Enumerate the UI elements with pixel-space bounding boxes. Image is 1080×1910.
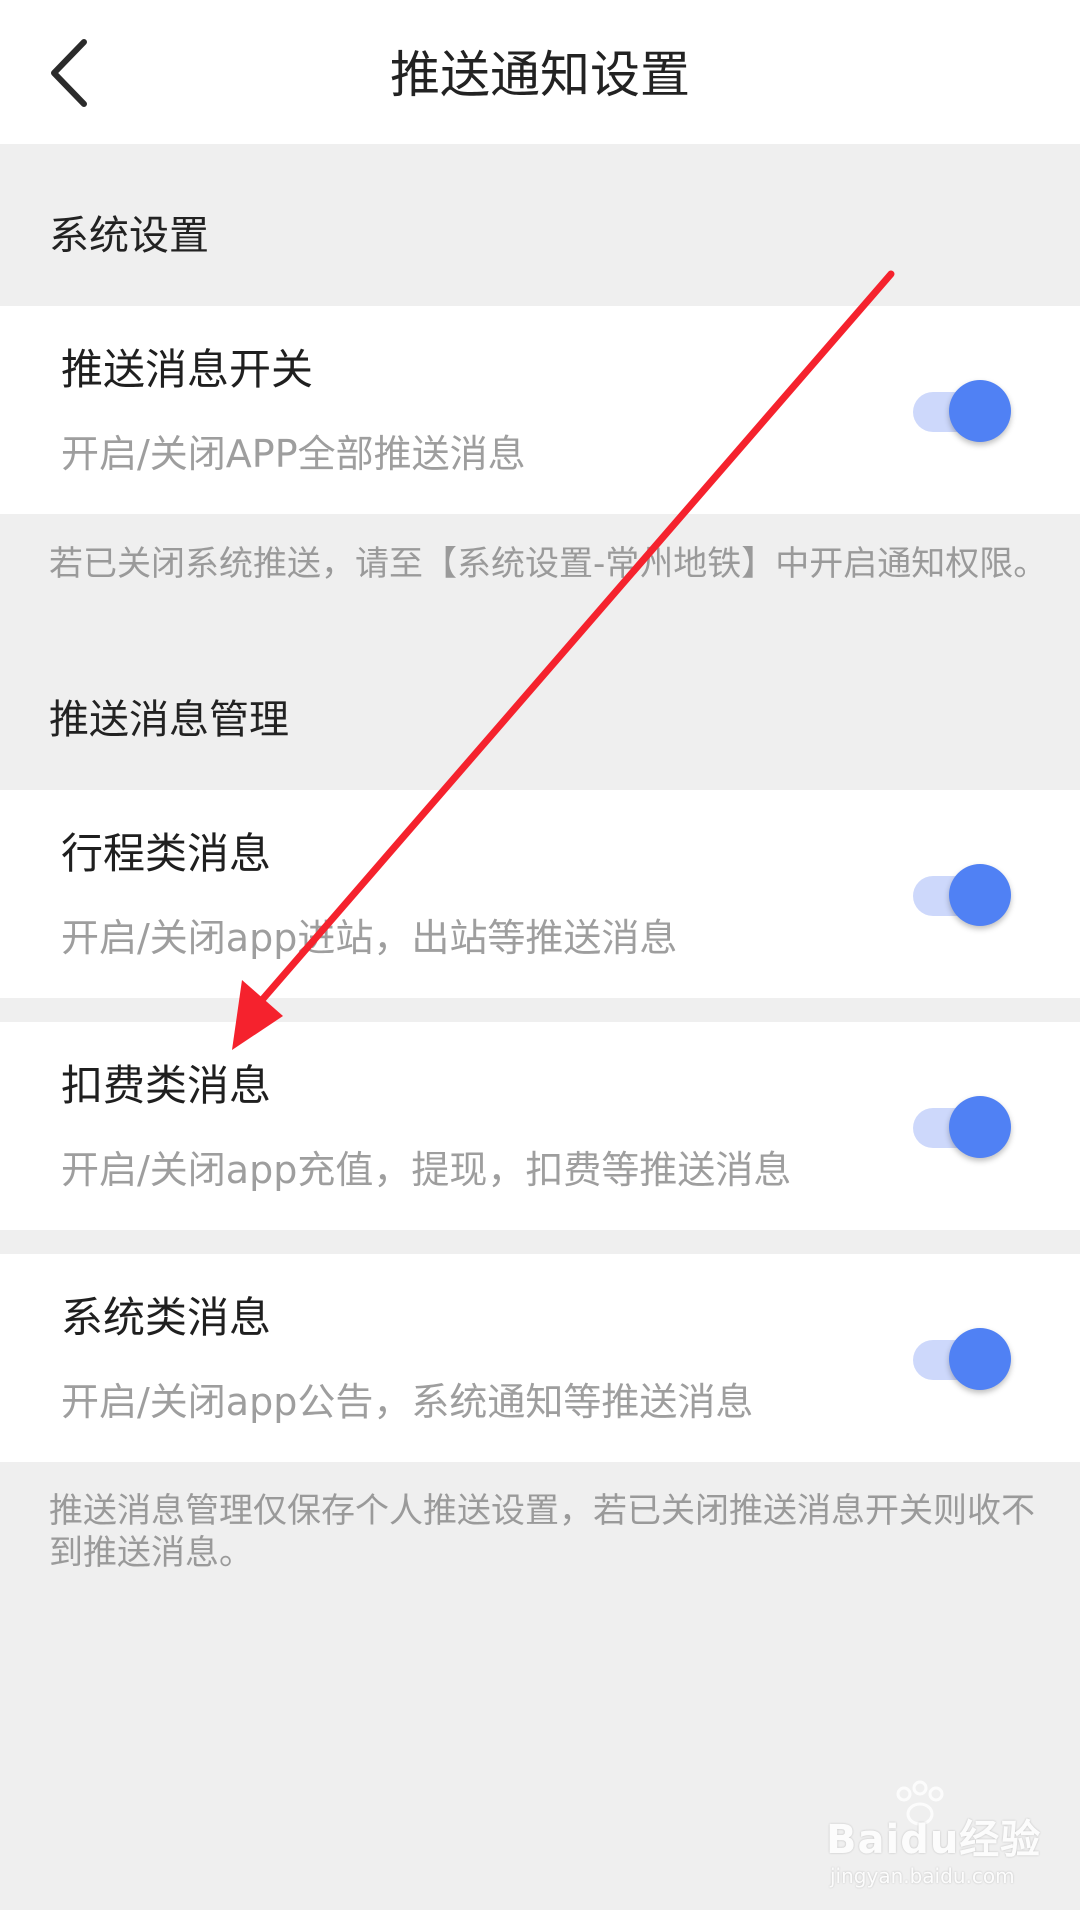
toggle-knob xyxy=(949,380,1011,442)
setting-title: 系统类消息 xyxy=(61,1293,272,1342)
push-master-toggle[interactable] xyxy=(913,380,1013,442)
push-management-note: 推送消息管理仅保存个人推送设置，若已关闭推送消息开关则收不到推送消息。 xyxy=(49,1491,1035,1573)
trip-messages-toggle[interactable] xyxy=(913,864,1013,926)
watermark-logo: Baidu经验 xyxy=(826,1817,1042,1863)
watermark-url: jingyan.baidu.com xyxy=(830,1864,1015,1888)
fee-messages-toggle[interactable] xyxy=(913,1096,1013,1158)
top-navigation-bar: 推送通知设置 xyxy=(0,0,1080,144)
section-header-system-settings: 系统设置 xyxy=(49,213,209,259)
toggle-knob xyxy=(949,1096,1011,1158)
settings-row-push-master-switch: 推送消息开关 开启/关闭APP全部推送消息 xyxy=(0,306,1080,514)
setting-title: 扣费类消息 xyxy=(61,1061,272,1110)
setting-description: 开启/关闭app充值，提现，扣费等推送消息 xyxy=(61,1148,792,1192)
settings-row-fee-messages: 扣费类消息 开启/关闭app充值，提现，扣费等推送消息 xyxy=(0,1022,1080,1230)
settings-row-trip-messages: 行程类消息 开启/关闭app进站，出站等推送消息 xyxy=(0,790,1080,998)
setting-title: 推送消息开关 xyxy=(61,345,314,394)
setting-description: 开启/关闭app进站，出站等推送消息 xyxy=(61,916,678,960)
toggle-knob xyxy=(949,1328,1011,1390)
setting-description: 开启/关闭APP全部推送消息 xyxy=(61,432,526,476)
system-messages-toggle[interactable] xyxy=(913,1328,1013,1390)
section-header-push-management: 推送消息管理 xyxy=(49,697,289,743)
settings-row-system-messages: 系统类消息 开启/关闭app公告，系统通知等推送消息 xyxy=(0,1254,1080,1462)
system-push-note: 若已关闭系统推送，请至【系统设置-常州地铁】中开启通知权限。 xyxy=(49,544,1048,584)
page-title: 推送通知设置 xyxy=(390,46,690,104)
toggle-knob xyxy=(949,864,1011,926)
setting-title: 行程类消息 xyxy=(61,829,272,878)
baidu-jingyan-watermark: Baidu经验 jingyan.baidu.com xyxy=(826,1780,1056,1890)
setting-description: 开启/关闭app公告，系统通知等推送消息 xyxy=(61,1380,754,1424)
